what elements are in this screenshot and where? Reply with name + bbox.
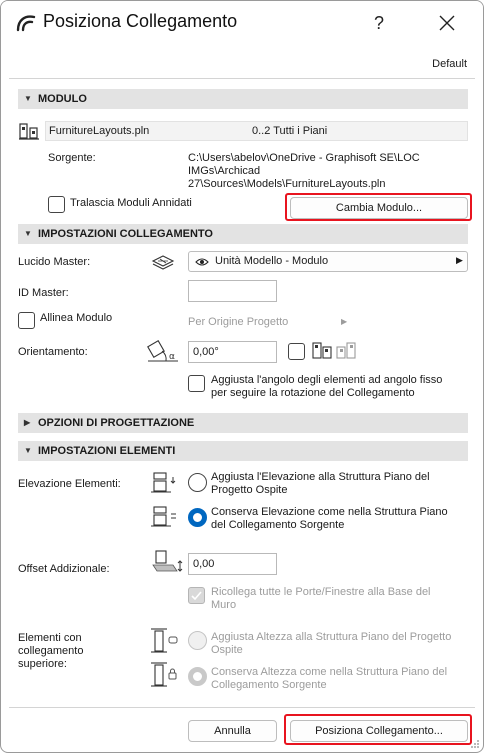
- lucido-master-label: Lucido Master:: [18, 256, 91, 268]
- preset-label[interactable]: Default: [432, 58, 467, 70]
- id-master-label: ID Master:: [18, 287, 69, 299]
- section-opzioni-progettazione[interactable]: ▶ OPZIONI DI PROGETTAZIONE: [18, 413, 468, 433]
- upper-link-host-icon: [151, 628, 178, 653]
- allinea-module-label: Allinea Modulo: [40, 312, 113, 324]
- orientation-label: Orientamento:: [18, 346, 88, 358]
- section-impostazioni-elementi[interactable]: ▼ IMPOSTAZIONI ELEMENTI: [18, 441, 468, 461]
- lucido-master-value: Unità Modello - Modulo: [215, 255, 329, 267]
- source-path-line-3: 27\Sources\Models\FurnitureLayouts.pln: [188, 178, 386, 190]
- section-title: MODULO: [38, 93, 87, 105]
- orientation-input[interactable]: 0,00°: [188, 341, 277, 363]
- elevation-opt2-line-1: Conserva Elevazione come nella Struttura…: [211, 506, 448, 518]
- skip-nested-label: Tralascia Moduli Annidati: [70, 197, 192, 209]
- elevation-label: Elevazione Elementi:: [18, 478, 121, 490]
- adjust-angle-line-2: per seguire la rotazione del Collegament…: [211, 387, 415, 399]
- dialog-window: Posiziona Collegamento ? Default ▼ MODUL…: [0, 0, 484, 753]
- cancel-button[interactable]: Annulla: [188, 720, 277, 742]
- chevron-down-icon: ▼: [24, 94, 32, 103]
- upper-opt1-line-2: Ospite: [211, 644, 243, 656]
- divider: [9, 707, 475, 708]
- eye-icon: [195, 258, 209, 266]
- place-link-button[interactable]: Posiziona Collegamento...: [290, 720, 468, 742]
- reconnect-openings-checkbox[interactable]: [188, 587, 205, 604]
- close-icon[interactable]: [433, 9, 461, 37]
- checkmark-icon: [191, 591, 202, 601]
- section-title: IMPOSTAZIONI ELEMENTI: [38, 445, 176, 457]
- upper-option-host-radio[interactable]: [188, 631, 207, 650]
- source-path-line-2: IMGs\Archicad: [188, 165, 261, 177]
- mirror-icon: [312, 342, 356, 359]
- elevation-opt2-line-2: del Collegamento Sorgente: [211, 519, 345, 531]
- elevation-source-icon: [151, 506, 176, 527]
- mirror-checkbox[interactable]: [288, 343, 305, 360]
- elevation-opt1-line-2: Progetto Ospite: [211, 484, 288, 496]
- resize-grip-icon[interactable]: [470, 739, 480, 749]
- id-master-input[interactable]: [188, 280, 277, 302]
- upper-opt2-line-2: Collegamento Sorgente: [211, 679, 327, 691]
- offset-icon: [152, 550, 183, 572]
- adjust-angle-line-1: Aggiusta l'angolo degli elementi ad ango…: [211, 374, 443, 386]
- rotation-angle-icon: α: [147, 340, 178, 362]
- window-title: Posiziona Collegamento: [43, 11, 238, 31]
- allinea-module-checkbox[interactable]: [18, 312, 35, 329]
- source-label: Sorgente:: [48, 152, 96, 164]
- reconnect-line-1: Ricollega tutte le Porte/Finestre alla B…: [211, 586, 431, 598]
- chevron-right-icon: ▶: [24, 418, 31, 427]
- upper-label-line-1: Elementi con: [18, 632, 82, 644]
- chevron-down-icon: ▼: [24, 229, 32, 238]
- divider: [9, 78, 475, 79]
- elevation-option-source-radio[interactable]: [188, 508, 207, 527]
- section-title: IMPOSTAZIONI COLLEGAMENTO: [38, 228, 213, 240]
- upper-label-line-2: collegamento: [18, 645, 84, 657]
- upper-label-line-3: superiore:: [18, 658, 67, 670]
- offset-label: Offset Addizionale:: [18, 563, 110, 575]
- source-path-line-1: C:\Users\abelov\OneDrive - Graphisoft SE…: [188, 152, 420, 164]
- elevation-host-icon: [151, 472, 176, 493]
- reconnect-line-2: Muro: [211, 599, 237, 611]
- section-modulo[interactable]: ▼ MODULO: [18, 89, 468, 109]
- help-button[interactable]: ?: [367, 9, 391, 37]
- elevation-option-host-radio[interactable]: [188, 473, 207, 492]
- section-title: OPZIONI DI PROGETTAZIONE: [38, 417, 195, 429]
- offset-input[interactable]: 0,00: [188, 553, 277, 575]
- module-stories: 0..2 Tutti i Piani: [252, 125, 328, 137]
- lucido-master-dropdown[interactable]: Unità Modello - Modulo ▶: [188, 251, 468, 272]
- svg-text:α: α: [169, 352, 175, 362]
- allinea-module-value[interactable]: Per Origine Progetto: [188, 316, 288, 328]
- layer-icon: [151, 255, 175, 270]
- section-impostazioni-collegamento[interactable]: ▼ IMPOSTAZIONI COLLEGAMENTO: [18, 224, 468, 244]
- upper-opt1-line-1: Aggiusta Altezza alla Struttura Piano de…: [211, 631, 452, 643]
- skip-nested-checkbox[interactable]: [48, 196, 65, 213]
- upper-option-source-radio[interactable]: [188, 667, 207, 686]
- elevation-opt1-line-1: Aggiusta l'Elevazione alla Struttura Pia…: [211, 471, 430, 483]
- title-bar: Posiziona Collegamento ?: [1, 1, 483, 45]
- adjust-angle-checkbox[interactable]: [188, 375, 205, 392]
- chevron-down-icon: ▼: [24, 446, 32, 455]
- chevron-right-icon: ▶: [456, 255, 463, 265]
- chevron-right-icon: ▶: [341, 317, 348, 326]
- app-logo-icon: [16, 15, 36, 32]
- upper-opt2-line-1: Conserva Altezza come nella Struttura Pi…: [211, 666, 448, 678]
- change-module-button[interactable]: Cambia Modulo...: [290, 197, 468, 219]
- module-file-icon: [19, 123, 39, 140]
- upper-link-source-icon: [151, 662, 177, 687]
- module-file-name: FurnitureLayouts.pln: [49, 125, 150, 137]
- module-info-bar: FurnitureLayouts.pln 0..2 Tutti i Piani: [45, 121, 468, 141]
